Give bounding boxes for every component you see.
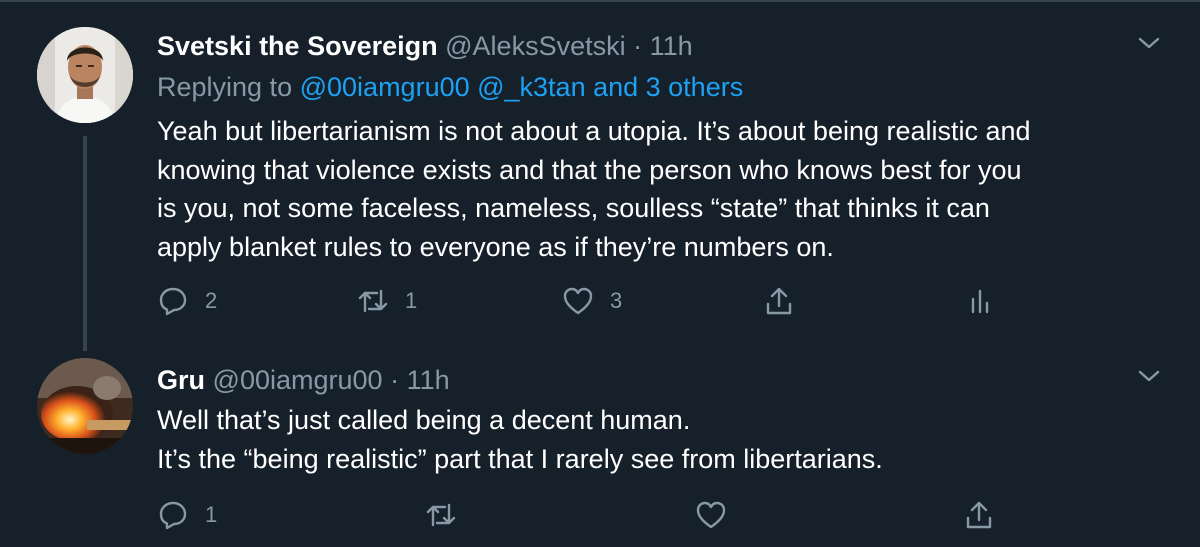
retweet-button[interactable]: 1 <box>357 283 417 319</box>
heart-icon <box>696 501 726 529</box>
tweet-text: Well that’s just called being a decent h… <box>157 401 1167 478</box>
heart-icon <box>563 287 593 315</box>
user-handle[interactable]: @00iamgru00 <box>213 365 383 395</box>
share-icon <box>766 287 792 315</box>
like-button[interactable] <box>695 497 727 533</box>
display-name[interactable]: Gru <box>157 365 205 395</box>
share-button[interactable] <box>963 497 995 533</box>
tweet-text-line: Yeah but libertarianism is not about a u… <box>157 116 1031 146</box>
tweet-text-line: is you, not some faceless, nameless, sou… <box>157 193 990 223</box>
tweet-actions: 1 <box>0 497 1200 533</box>
separator: · <box>390 365 400 395</box>
chevron-down-icon[interactable] <box>1136 30 1162 56</box>
like-count: 3 <box>610 288 623 313</box>
analytics-icon <box>971 289 989 314</box>
tweet-text: Yeah but libertarianism is not about a u… <box>157 112 1167 266</box>
retweet-icon <box>426 503 456 527</box>
display-name[interactable]: Svetski the Sovereign <box>157 31 438 61</box>
reply-count: 2 <box>205 288 218 313</box>
separator: · <box>633 31 643 61</box>
avatar[interactable] <box>37 27 133 123</box>
tweet-text-line: It’s the “being realistic” part that I r… <box>157 443 883 474</box>
chevron-down-icon[interactable] <box>1136 363 1162 389</box>
timestamp[interactable]: 11h <box>407 365 450 395</box>
replying-to-mentions[interactable]: @00iamgru00 @_k3tan and 3 others <box>300 72 744 102</box>
timestamp[interactable]: 11h <box>650 31 693 61</box>
avatar-photo <box>37 358 133 454</box>
tweet-text-line: knowing that violence exists and that th… <box>157 154 1022 185</box>
replying-to: Replying to @00iamgru00 @_k3tan and 3 ot… <box>157 72 743 103</box>
reply-icon <box>159 287 187 316</box>
avatar-photo <box>37 27 133 123</box>
tweet[interactable]: Svetski the Sovereign @AleksSvetski · 11… <box>0 0 1200 351</box>
tweet-header: Gru @00iamgru00 · 11h <box>157 365 450 396</box>
tweet-text-line: Well that’s just called being a decent h… <box>157 405 691 435</box>
analytics-button[interactable] <box>966 283 998 319</box>
replying-to-label: Replying to <box>157 72 293 102</box>
retweet-count: 1 <box>405 288 418 313</box>
reply-button[interactable]: 2 <box>157 283 217 319</box>
like-button[interactable]: 3 <box>562 283 622 319</box>
tweet-text-line: apply blanket rules to everyone as if th… <box>157 231 834 262</box>
tweet-actions: 2 1 3 <box>0 283 1200 319</box>
retweet-button[interactable] <box>425 497 457 533</box>
retweet-icon <box>358 289 388 313</box>
reply-icon <box>159 501 187 530</box>
share-button[interactable] <box>763 283 795 319</box>
avatar[interactable] <box>37 358 133 454</box>
reply-count: 1 <box>205 502 218 527</box>
user-handle[interactable]: @AleksSvetski <box>445 31 625 61</box>
reply-button[interactable]: 1 <box>157 497 217 533</box>
tweet[interactable]: Gru @00iamgru00 · 11h Well that’s just c… <box>0 345 1200 547</box>
share-icon <box>966 501 992 529</box>
tweet-header: Svetski the Sovereign @AleksSvetski · 11… <box>157 31 693 62</box>
